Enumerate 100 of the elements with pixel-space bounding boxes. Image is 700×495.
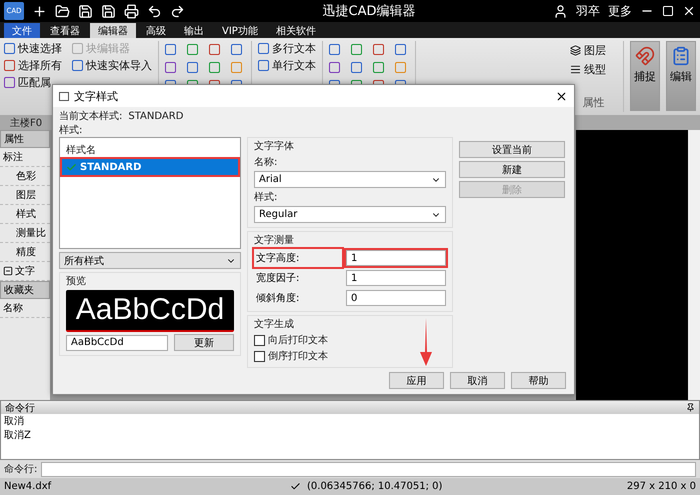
document-tab[interactable]: 主楼F0 xyxy=(10,116,42,130)
more-menu[interactable]: 更多 xyxy=(608,2,632,20)
section-title: 文字生成 xyxy=(254,318,295,331)
styles-label: 样式: xyxy=(59,124,84,137)
font-name-dropdown[interactable]: Arial xyxy=(254,171,446,188)
pin-icon[interactable] xyxy=(686,403,695,412)
print-icon[interactable] xyxy=(124,4,139,18)
style-filter-dropdown[interactable]: 所有样式 xyxy=(59,252,241,269)
ribbon-tab[interactable]: 输出 xyxy=(176,23,212,38)
save-icon[interactable] xyxy=(78,4,93,18)
field-label: 宽度因子: xyxy=(255,272,300,286)
current-style-value: STANDARD xyxy=(128,110,184,122)
tool-icon[interactable] xyxy=(373,62,384,73)
scrollbar[interactable] xyxy=(688,130,700,400)
undo-icon[interactable] xyxy=(147,4,162,18)
tool-icon[interactable] xyxy=(373,44,384,55)
checkbox-label: 倒序打印文本 xyxy=(268,350,328,363)
magnet-icon xyxy=(635,46,655,66)
tool-icon[interactable] xyxy=(329,62,340,73)
layers-icon xyxy=(570,45,581,56)
user-name: 羽卒 xyxy=(576,2,600,20)
command-input[interactable] xyxy=(41,462,696,476)
dialog-button[interactable]: 新建 xyxy=(459,161,565,178)
coordinates: (0.06345766; 10.47051; 0) xyxy=(307,481,444,492)
save-as-icon[interactable] xyxy=(101,4,116,18)
ribbon-tool[interactable]: 快速实体导入 xyxy=(72,58,152,73)
clipboard-icon xyxy=(671,46,691,66)
preview-label: 预览 xyxy=(66,275,87,288)
dialog-title: 文字样式 xyxy=(74,88,118,104)
close-icon[interactable] xyxy=(555,90,568,102)
property-item[interactable]: 色彩 xyxy=(0,167,50,186)
ribbon-tool[interactable]: 匹配属 xyxy=(4,75,62,90)
lines-icon xyxy=(570,64,581,75)
dialog-button[interactable]: 取消 xyxy=(450,372,505,389)
ribbon-tool[interactable]: 快速选择 xyxy=(4,41,62,56)
group-label: 属性 xyxy=(582,95,606,110)
tool-icon[interactable] xyxy=(351,62,362,73)
list-header: 样式名 xyxy=(65,144,97,158)
maximize-icon[interactable] xyxy=(662,5,674,17)
ribbon-tab[interactable]: 文件 xyxy=(4,23,40,38)
command-history-line: 取消Z xyxy=(3,428,32,442)
preview-input[interactable]: AaBbCcDd xyxy=(66,334,168,350)
checkbox[interactable] xyxy=(254,334,265,346)
checkbox[interactable] xyxy=(254,350,265,362)
tool-icon[interactable] xyxy=(165,44,176,55)
column-label: 名称 xyxy=(0,299,50,318)
property-item[interactable]: 测量比 xyxy=(0,224,50,243)
style-list-item[interactable]: STANDARD xyxy=(62,159,238,175)
font-style-dropdown[interactable]: Regular xyxy=(254,206,446,223)
number-field[interactable]: 0 xyxy=(346,290,446,306)
ribbon-tab[interactable]: VIP功能 xyxy=(214,23,266,38)
collapse-icon xyxy=(3,266,13,276)
panel-header: 属性 xyxy=(0,130,50,148)
current-style-label: 当前文本样式: xyxy=(59,110,122,123)
number-field[interactable]: 1 xyxy=(346,250,446,266)
field-label: 文字高度: xyxy=(254,249,342,267)
ribbon-tab[interactable]: 编辑器 xyxy=(90,23,136,38)
ribbon-tab[interactable]: 查看器 xyxy=(42,23,88,38)
checkbox-label: 向后打印文本 xyxy=(268,334,328,347)
redo-icon[interactable] xyxy=(170,4,185,18)
dialog-button[interactable]: 设置当前 xyxy=(459,141,565,158)
snap-icon[interactable] xyxy=(290,481,301,492)
tool-icon[interactable] xyxy=(329,44,340,55)
panel-header: 命令行 xyxy=(5,402,35,414)
tool-icon[interactable] xyxy=(209,44,220,55)
ribbon-tool[interactable]: 图层 xyxy=(570,43,617,58)
ribbon-tab[interactable]: 高级 xyxy=(138,23,174,38)
window-title: 迅捷CAD编辑器 xyxy=(322,3,416,20)
ribbon-tool[interactable]: 多行文本 xyxy=(258,41,316,56)
tool-icon[interactable] xyxy=(165,62,176,73)
dialog-button[interactable]: 帮助 xyxy=(511,372,566,389)
ribbon-tool[interactable]: 单行文本 xyxy=(258,58,316,73)
new-icon[interactable] xyxy=(32,4,47,18)
update-button[interactable]: 更新 xyxy=(174,334,234,351)
dialog-icon xyxy=(59,92,69,100)
prompt-label: 命令行: xyxy=(4,463,38,476)
dialog-button[interactable]: 应用 xyxy=(389,372,444,389)
ribbon-tool[interactable]: 线型 xyxy=(570,62,617,77)
field-label: 倾斜角度: xyxy=(255,292,300,306)
ribbon-tab[interactable]: 相关软件 xyxy=(268,23,324,38)
tool-icon[interactable] xyxy=(187,62,198,73)
field-label: 样式: xyxy=(254,190,278,204)
ribbon-button[interactable]: 捕捉 xyxy=(630,41,660,111)
tool-icon[interactable] xyxy=(395,44,406,55)
number-field[interactable]: 1 xyxy=(346,270,446,286)
property-item[interactable]: 样式 xyxy=(0,205,50,224)
tool-icon[interactable] xyxy=(187,44,198,55)
tool-icon[interactable] xyxy=(209,62,220,73)
tool-icon[interactable] xyxy=(351,44,362,55)
property-item[interactable]: 图层 xyxy=(0,186,50,205)
open-folder-icon[interactable] xyxy=(55,4,70,18)
ribbon-button[interactable]: 编辑 xyxy=(666,41,696,111)
user-icon[interactable] xyxy=(553,4,568,18)
section-title: 文字测量 xyxy=(254,234,295,247)
property-item[interactable]: 精度 xyxy=(0,243,50,262)
close-icon[interactable] xyxy=(682,4,696,18)
tool-icon[interactable] xyxy=(231,44,242,55)
section-label: 标注 xyxy=(0,148,50,167)
paper-size: 297 x 210 x 0 xyxy=(626,481,696,492)
ribbon-tool[interactable]: 选择所有 xyxy=(4,58,62,73)
